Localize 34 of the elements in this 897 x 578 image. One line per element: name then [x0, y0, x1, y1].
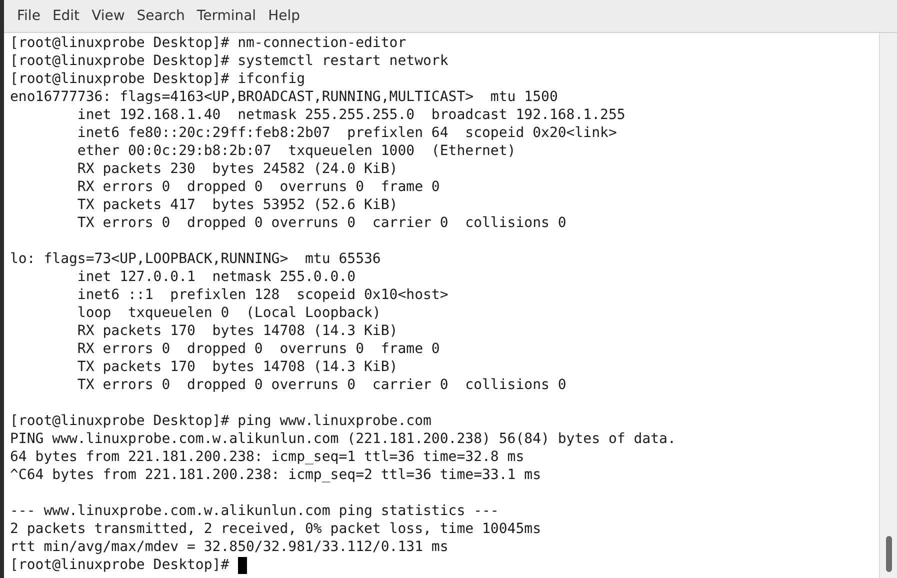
menu-item[interactable]: Edit: [46, 4, 86, 28]
terminal-line: 2 packets transmitted, 2 received, 0% packet loss, time 10045ms: [10, 520, 542, 538]
terminal-line: RX packets 170 bytes 14708 (14.3 KiB): [76, 322, 398, 340]
terminal-line: [root@linuxprobe Desktop]# nm-connection-editor: [10, 34, 406, 52]
terminal-line: --- www.linuxprobe.com.w.alikunlun.com ping statistics ---: [10, 502, 499, 520]
terminal-line: inet 192.168.1.40 netmask 255.255.255.0 broadcast 192.168.1.255: [76, 106, 626, 124]
terminal-line: RX errors 0 dropped 0 overruns 0 frame 0: [76, 340, 440, 358]
menu-item[interactable]: File: [11, 4, 46, 28]
terminal-line: ether 00:0c:29:b8:2b:07 txqueuelen 1000 (Ethernet): [76, 142, 516, 160]
terminal-line: inet6 fe80::20c:29ff:feb8:2b07 prefixlen 64 scopeid 0x20<link>: [76, 124, 617, 142]
terminal-line: 64 bytes from 221.181.200.238: icmp_seq=1 ttl=36 time=32.8 ms: [10, 448, 524, 466]
terminal-line: [root@linuxprobe Desktop]#: [10, 556, 230, 574]
terminal-line: PING www.linuxprobe.com.w.alikunlun.com (221.181.200.238) 56(84) bytes of data.: [10, 430, 676, 448]
terminal-line: TX packets 417 bytes 53952 (52.6 KiB): [76, 196, 398, 214]
terminal-line: RX errors 0 dropped 0 overruns 0 frame 0: [76, 178, 440, 196]
terminal-line: inet6 ::1 prefixlen 128 scopeid 0x10<host>: [76, 286, 448, 304]
scrollbar-thumb[interactable]: [886, 536, 892, 572]
terminal-line: [root@linuxprobe Desktop]# ping www.linuxprobe.com: [10, 412, 432, 430]
terminal-line: TX packets 170 bytes 14708 (14.3 KiB): [76, 358, 398, 376]
menu-item[interactable]: Help: [262, 4, 306, 28]
terminal-line: lo: flags=73<UP,LOOPBACK,RUNNING> mtu 65536: [10, 250, 381, 268]
terminal-line: [root@linuxprobe Desktop]# systemctl restart network: [10, 52, 448, 70]
terminal-line: ^C64 bytes from 221.181.200.238: icmp_seq=2 ttl=36 time=33.1 ms: [10, 466, 542, 484]
terminal-line: TX errors 0 dropped 0 overruns 0 carrier 0 collisions 0: [76, 214, 566, 232]
terminal-line: [root@linuxprobe Desktop]# ifconfig: [10, 70, 306, 88]
menu-item[interactable]: Terminal: [190, 4, 262, 28]
menu-item[interactable]: Search: [130, 4, 191, 28]
terminal-line: TX errors 0 dropped 0 overruns 0 carrier 0 collisions 0: [76, 376, 566, 394]
terminal-line: eno16777736: flags=4163<UP,BROADCAST,RUNNING,MULTICAST> mtu 1500: [10, 88, 558, 106]
terminal-line: rtt min/avg/max/mdev = 32.850/32.981/33.112/0.131 ms: [10, 538, 448, 556]
terminal-line: loop txqueuelen 0 (Local Loopback): [76, 304, 381, 322]
terminal-line: RX packets 230 bytes 24582 (24.0 KiB): [76, 160, 398, 178]
menu-item[interactable]: View: [86, 4, 131, 28]
terminal-line: inet 127.0.0.1 netmask 255.0.0.0: [76, 268, 356, 286]
